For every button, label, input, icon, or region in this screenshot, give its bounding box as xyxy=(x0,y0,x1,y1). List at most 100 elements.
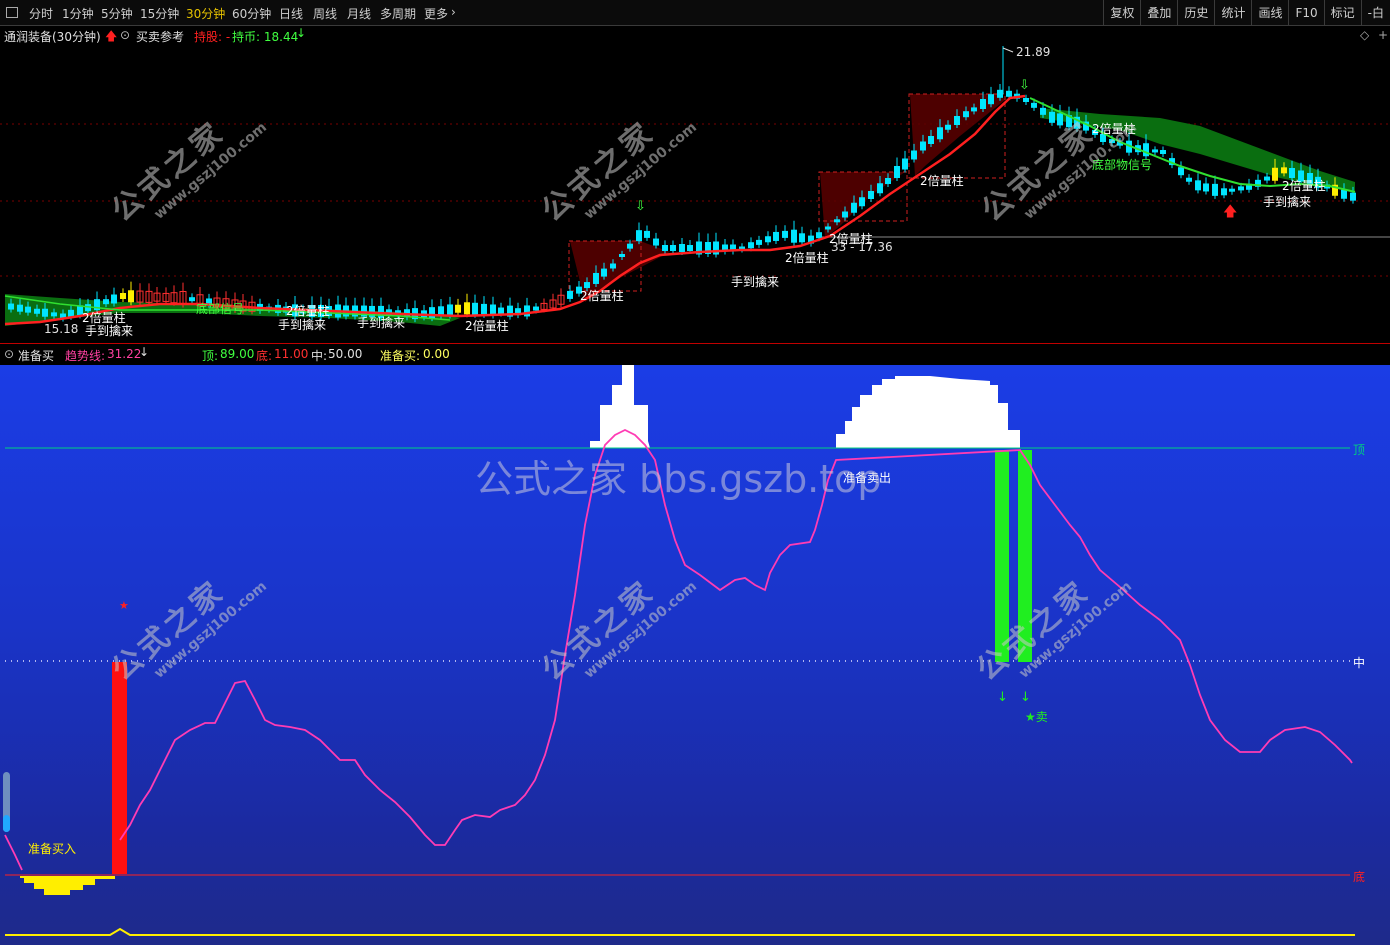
white-theme-button[interactable]: -白 xyxy=(1360,0,1390,26)
candle-body xyxy=(610,263,616,269)
ready-buy-label: 准备买: xyxy=(380,349,421,363)
candle-body xyxy=(42,308,48,317)
catch-label-4: 手到擒来 xyxy=(731,275,780,289)
candle-body xyxy=(644,230,650,238)
sell-arrow-2: ↓ xyxy=(1020,690,1031,705)
ready-buy-in-label: 准备买入 xyxy=(28,842,77,856)
period-tab-5min[interactable]: 5分钟 xyxy=(101,5,133,22)
candle-body xyxy=(533,306,539,311)
candle-body xyxy=(120,293,126,299)
period-tab-1min[interactable]: 1分钟 xyxy=(62,5,94,22)
double-volume-label-3: 2倍量柱 xyxy=(465,319,509,333)
toolbar-right-buttons: 复权 叠加 历史 统计 画线 F10 标记 -白 xyxy=(1103,0,1390,26)
period-tab-month[interactable]: 月线 xyxy=(347,5,371,22)
sell-signal-label: ★卖 xyxy=(1025,710,1048,724)
candle-body xyxy=(662,245,668,251)
candle-body xyxy=(816,232,822,239)
watermark-center: 公式之家 bbs.gszb.top xyxy=(475,457,882,501)
mark-button[interactable]: 标记 xyxy=(1323,0,1361,26)
history-button[interactable]: 历史 xyxy=(1177,0,1214,26)
collapse-icon[interactable]: ⊙ xyxy=(4,347,14,361)
candle-body xyxy=(128,290,134,303)
candle-body xyxy=(1281,167,1287,174)
high-pointer xyxy=(1002,47,1014,53)
bottom-label: 底: xyxy=(256,349,273,363)
period-tab-分时[interactable]: 分时 xyxy=(29,5,53,22)
top-label: 顶: xyxy=(202,349,219,363)
candle-body xyxy=(1006,90,1012,97)
candle-body xyxy=(8,303,14,310)
ready-buy-line xyxy=(5,927,1355,936)
period-tab-15min[interactable]: 15分钟 xyxy=(140,5,179,22)
f10-button[interactable]: F10 xyxy=(1288,0,1323,26)
stats-button[interactable]: 统计 xyxy=(1214,0,1251,26)
candle-body xyxy=(455,304,461,313)
candle-body xyxy=(1031,102,1037,108)
price-chart-pane[interactable]: 通润装备(30分钟) 🡅 ⊙ 买卖参考 持股: - 持币: 18.44 ↓ ◇ … xyxy=(0,26,1390,344)
catch-label-5: 手到擒来 xyxy=(1263,195,1312,209)
indicator-header: ⊙ 准备买 趋势线: 31.22 ↓ 顶: 89.00 底: 11.00 中: … xyxy=(0,345,1390,365)
bottom-value: 11.00 xyxy=(274,347,309,361)
candle-body xyxy=(429,307,435,319)
candle-body xyxy=(111,294,117,304)
candle-body xyxy=(954,116,960,125)
scrollbar-thumb[interactable] xyxy=(3,815,10,832)
candle-body xyxy=(670,245,676,251)
price-chart-svg: ⇩ ⇩ 🡅 xyxy=(0,46,1390,326)
candle-body xyxy=(1040,107,1046,115)
period-tab-30min[interactable]: 30分钟 xyxy=(186,5,225,22)
double-volume-label-9: 2倍量柱 xyxy=(1282,179,1326,193)
candle-body xyxy=(859,197,865,207)
candle-body xyxy=(756,239,762,245)
candle-body xyxy=(868,191,874,199)
candle-body xyxy=(1178,167,1184,176)
candle-body xyxy=(687,245,693,251)
candle-body xyxy=(885,178,891,184)
candle-body xyxy=(1186,177,1192,182)
mid-label: 中: xyxy=(311,349,328,363)
period-tab-more[interactable]: 更多 xyxy=(424,5,448,22)
period-tab-week[interactable]: 周线 xyxy=(313,5,337,22)
candle-body xyxy=(653,238,659,246)
candle-body xyxy=(928,136,934,144)
period-tab-60min[interactable]: 60分钟 xyxy=(232,5,271,22)
candle-body xyxy=(894,166,900,178)
catch-label-3: 手到擒来 xyxy=(357,316,406,330)
candle-body xyxy=(447,304,453,316)
menu-icon[interactable] xyxy=(6,7,18,18)
candle-body xyxy=(1212,183,1218,196)
candle-body xyxy=(636,230,642,242)
candle-body xyxy=(524,305,530,317)
candle-body xyxy=(748,242,754,249)
indicator-name[interactable]: 准备买 xyxy=(18,347,54,364)
candle-body xyxy=(1195,180,1201,191)
double-volume-label-5: 2倍量柱 xyxy=(785,251,829,265)
period-tab-multi[interactable]: 多周期 xyxy=(380,5,416,22)
candle-body xyxy=(34,308,40,314)
candle-body xyxy=(1272,167,1278,181)
period-tab-day[interactable]: 日线 xyxy=(279,5,303,22)
catch-label-1: 手到擒来 xyxy=(85,324,134,338)
candle-body xyxy=(920,141,926,151)
candle-body xyxy=(773,231,779,241)
candle-body xyxy=(17,304,23,312)
bottom-signal-label: 底部信号 xyxy=(196,302,245,316)
double-volume-label-6: 2倍量柱 xyxy=(829,232,873,246)
chevron-right-icon[interactable]: › xyxy=(451,5,456,19)
candle-body xyxy=(189,297,195,302)
draw-line-button[interactable]: 画线 xyxy=(1251,0,1288,26)
ready-buy-area xyxy=(20,876,115,895)
ready-sell-area-1 xyxy=(590,365,650,448)
candle-body xyxy=(1229,188,1235,192)
axis-mid-label: 中 xyxy=(1353,656,1366,670)
trend-label: 趋势线: xyxy=(65,349,106,363)
candle-body xyxy=(765,236,771,243)
candle-body xyxy=(945,124,951,130)
candle-body xyxy=(782,230,788,238)
double-volume-label-7: 2倍量柱 xyxy=(920,174,964,188)
candle-body xyxy=(1238,186,1244,191)
mid-value: 50.00 xyxy=(328,347,363,361)
overlay-button[interactable]: 叠加 xyxy=(1140,0,1177,26)
fuquan-button[interactable]: 复权 xyxy=(1103,0,1140,26)
candle-body xyxy=(464,302,470,315)
